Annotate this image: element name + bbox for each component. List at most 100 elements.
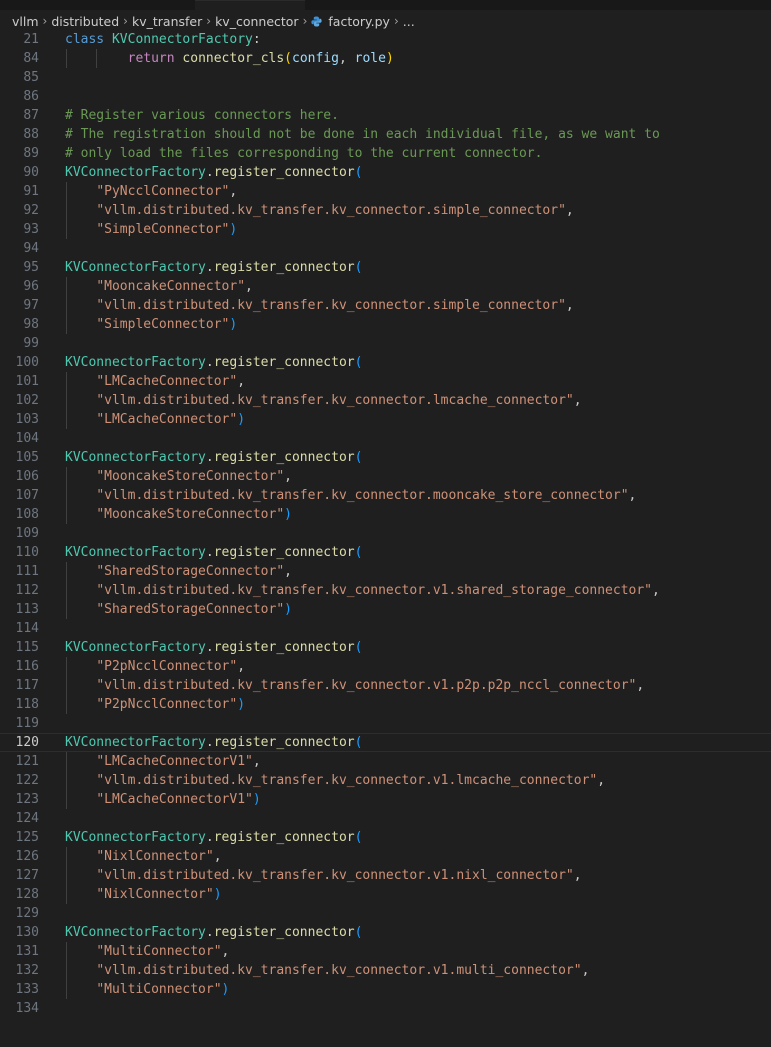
indent-guide — [66, 182, 67, 201]
code-line[interactable]: 121 "LMCacheConnectorV1", — [0, 752, 771, 771]
code-line[interactable]: 112 "vllm.distributed.kv_transfer.kv_con… — [0, 581, 771, 600]
code-line[interactable]: 106 "MooncakeStoreConnector", — [0, 467, 771, 486]
code-line[interactable]: 100 KVConnectorFactory.register_connector… — [0, 353, 771, 372]
code-token: return — [127, 51, 183, 66]
code-line[interactable]: 117 "vllm.distributed.kv_transfer.kv_con… — [0, 676, 771, 695]
breadcrumb-distributed[interactable]: distributed — [51, 14, 119, 29]
code-line[interactable]: 125 KVConnectorFactory.register_connector… — [0, 828, 771, 847]
code-token: KVConnectorFactory — [111, 32, 253, 47]
indent-guide — [66, 581, 67, 600]
code-line[interactable]: 110 KVConnectorFactory.register_connector… — [0, 543, 771, 562]
sticky-scroll-line[interactable]: 21 class KVConnectorFactory: — [0, 30, 771, 49]
code-token: , — [581, 963, 590, 978]
code-line[interactable]: 132 "vllm.distributed.kv_transfer.kv_con… — [0, 961, 771, 980]
code-line[interactable]: 111 "SharedStorageConnector", — [0, 562, 771, 581]
code-line[interactable]: 93 "SimpleConnector") — [0, 220, 771, 239]
code-token: . — [205, 735, 214, 750]
breadcrumb: vllm › distributed › kv_transfer › kv_co… — [0, 10, 771, 32]
code-line[interactable]: 90 KVConnectorFactory.register_connector( — [0, 163, 771, 182]
line-number: 133 — [15, 982, 39, 997]
code-line[interactable]: 133 "MultiConnector") — [0, 980, 771, 999]
code-token: ( — [354, 925, 363, 940]
code-line[interactable]: 88 # The registration should not be done … — [0, 125, 771, 144]
code-line[interactable]: 95 KVConnectorFactory.register_connector( — [0, 258, 771, 277]
code-line[interactable]: 96 "MooncakeConnector", — [0, 277, 771, 296]
code-line[interactable]: 86 — [0, 87, 771, 106]
code-line[interactable]: 103 "LMCacheConnector") — [0, 410, 771, 429]
code-editor[interactable]: 21 class KVConnectorFactory: 84 return con… — [0, 30, 771, 1018]
indent-guide — [66, 505, 67, 524]
code-line[interactable]: 124 — [0, 809, 771, 828]
code-line[interactable]: 94 — [0, 239, 771, 258]
sticky-scroll-line[interactable]: 84 return connector_cls(config, role) — [0, 49, 771, 68]
code-line[interactable]: 115 KVConnectorFactory.register_connector… — [0, 638, 771, 657]
line-number: 128 — [15, 887, 39, 902]
code-line[interactable]: 92 "vllm.distributed.kv_transfer.kv_conn… — [0, 201, 771, 220]
line-number: 110 — [15, 545, 39, 560]
breadcrumb-kv-connector[interactable]: kv_connector — [215, 14, 299, 29]
code-line[interactable]: 120 KVConnectorFactory.register_connector… — [0, 733, 771, 752]
code-token: "SimpleConnector" — [96, 222, 230, 237]
line-code: class KVConnectorFactory: — [65, 30, 261, 49]
code-line[interactable]: 89 # only load the files corresponding to… — [0, 144, 771, 163]
code-line[interactable]: 87 # Register various connectors here. — [0, 106, 771, 125]
line-number: 132 — [15, 963, 39, 978]
code-line[interactable]: 91 "PyNcclConnector", — [0, 182, 771, 201]
code-line[interactable]: 105 KVConnectorFactory.register_connector… — [0, 448, 771, 467]
line-number: 91 — [23, 184, 39, 199]
code-line[interactable]: 97 "vllm.distributed.kv_transfer.kv_conn… — [0, 296, 771, 315]
code-line[interactable]: 98 "SimpleConnector") — [0, 315, 771, 334]
code-line[interactable]: 118 "P2pNcclConnector") — [0, 695, 771, 714]
code-line[interactable]: 113 "SharedStorageConnector") — [0, 600, 771, 619]
indent-guide — [66, 771, 67, 790]
code-token: register_connector — [213, 925, 355, 940]
code-line[interactable]: 131 "MultiConnector", — [0, 942, 771, 961]
code-line[interactable]: 122 "vllm.distributed.kv_transfer.kv_con… — [0, 771, 771, 790]
code-line[interactable]: 99 — [0, 334, 771, 353]
code-token: ) — [229, 317, 238, 332]
code-line[interactable]: 134 — [0, 999, 771, 1018]
code-token: "MultiConnector" — [96, 982, 222, 997]
code-token: "vllm.distributed.kv_transfer.kv_connect… — [96, 773, 598, 788]
code-line[interactable]: 107 "vllm.distributed.kv_transfer.kv_con… — [0, 486, 771, 505]
indent-guide — [66, 866, 67, 885]
code-line[interactable]: 130 KVConnectorFactory.register_connector… — [0, 923, 771, 942]
code-line[interactable]: 114 — [0, 619, 771, 638]
code-token: , — [237, 659, 246, 674]
line-code: KVConnectorFactory.register_connector( — [65, 258, 362, 277]
code-token: # only load the files corresponding to t… — [65, 146, 543, 161]
code-line[interactable]: 85 — [0, 68, 771, 87]
breadcrumb-kv-transfer[interactable]: kv_transfer — [132, 14, 202, 29]
code-line[interactable]: 129 — [0, 904, 771, 923]
code-token: KVConnectorFactory — [65, 165, 206, 180]
code-line[interactable]: 123 "LMCacheConnectorV1") — [0, 790, 771, 809]
code-line[interactable]: 127 "vllm.distributed.kv_transfer.kv_con… — [0, 866, 771, 885]
code-line[interactable]: 101 "LMCacheConnector", — [0, 372, 771, 391]
line-code: "SimpleConnector") — [65, 220, 237, 239]
line-code: "vllm.distributed.kv_transfer.kv_connect… — [65, 391, 581, 410]
indent-guide — [66, 486, 67, 505]
line-code: "SharedStorageConnector") — [65, 600, 292, 619]
breadcrumb-symbol[interactable]: ... — [403, 14, 415, 29]
code-line[interactable]: 104 — [0, 429, 771, 448]
code-line[interactable]: 116 "P2pNcclConnector", — [0, 657, 771, 676]
code-line[interactable]: 109 — [0, 524, 771, 543]
line-number: 93 — [23, 222, 39, 237]
breadcrumb-file[interactable]: factory.py — [328, 14, 390, 29]
line-number: 99 — [23, 336, 39, 351]
code-line[interactable]: 102 "vllm.distributed.kv_transfer.kv_con… — [0, 391, 771, 410]
code-line[interactable]: 128 "NixlConnector") — [0, 885, 771, 904]
code-line[interactable]: 119 — [0, 714, 771, 733]
code-line[interactable]: 108 "MooncakeStoreConnector") — [0, 505, 771, 524]
breadcrumb-vllm[interactable]: vllm — [12, 14, 39, 29]
line-number: 115 — [15, 640, 39, 655]
indent-guide — [66, 847, 67, 866]
code-line[interactable]: 126 "NixlConnector", — [0, 847, 771, 866]
indent-guide — [66, 980, 67, 999]
line-number: 130 — [15, 925, 39, 940]
code-token: , — [636, 678, 645, 693]
